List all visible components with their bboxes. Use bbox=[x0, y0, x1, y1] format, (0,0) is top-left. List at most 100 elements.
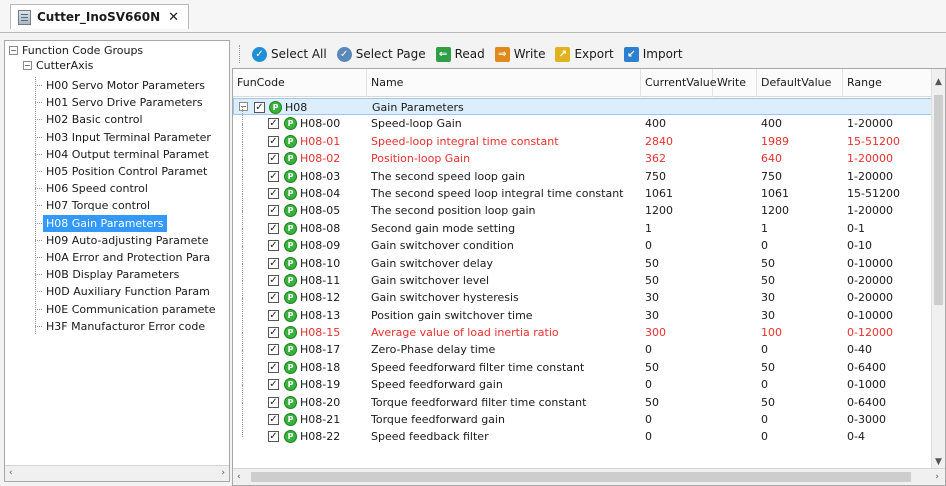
row-current-value[interactable]: 1061 bbox=[645, 185, 713, 202]
row-current-value[interactable]: 0 bbox=[645, 341, 713, 358]
document-tab[interactable]: Cutter_InoSV660N ✕ bbox=[10, 4, 190, 29]
row-current-value[interactable]: 50 bbox=[645, 359, 713, 376]
row-current-value[interactable]: 0 bbox=[645, 376, 713, 393]
row-checkbox[interactable]: ✓ bbox=[268, 361, 279, 373]
row-current-value[interactable]: 400 bbox=[645, 115, 713, 132]
select-all-button[interactable]: ✓ Select All bbox=[252, 46, 327, 62]
grid-horizontal-scrollbar[interactable]: ‹ › bbox=[233, 468, 945, 485]
row-checkbox[interactable]: ✓ bbox=[268, 274, 279, 286]
table-row[interactable]: ✓ P H08-04 The second speed loop integral t… bbox=[233, 175, 933, 202]
tree-root-node[interactable]: − Function Code Groups bbox=[9, 44, 143, 57]
row-checkbox[interactable]: ✓ bbox=[268, 379, 279, 391]
table-row[interactable]: ✓ P H08-21 Torque feedforward gain 0 0 0-3000 bbox=[233, 402, 933, 428]
table-row[interactable]: ✓ P H08-11 Gain switchover level 50 50 0-20000 bbox=[233, 262, 933, 289]
write-button[interactable]: ⇒ Write bbox=[494, 46, 545, 62]
collapse-icon[interactable]: − bbox=[23, 61, 32, 70]
row-current-value[interactable]: 300 bbox=[645, 324, 713, 341]
row-checkbox[interactable]: ✓ bbox=[268, 292, 279, 304]
tree-item[interactable]: H02 Basic control bbox=[35, 111, 146, 128]
row-current-value[interactable]: 0 bbox=[645, 411, 713, 428]
read-button[interactable]: ⇐ Read bbox=[435, 46, 485, 62]
column-header-default-value[interactable]: DefaultValue bbox=[757, 69, 843, 97]
scroll-up-arrow-icon[interactable]: ▲ bbox=[935, 77, 942, 87]
row-current-value[interactable]: 0 bbox=[645, 428, 713, 445]
collapse-icon[interactable]: − bbox=[239, 102, 248, 111]
horizontal-scroll-thumb[interactable] bbox=[251, 472, 911, 482]
select-page-button[interactable]: ✓ Select Page bbox=[336, 46, 426, 62]
row-checkbox[interactable]: ✓ bbox=[268, 135, 279, 147]
close-tab-icon[interactable]: ✕ bbox=[168, 10, 179, 25]
row-checkbox[interactable]: ✓ bbox=[268, 205, 279, 217]
column-header-write[interactable]: Write bbox=[713, 69, 757, 97]
tree-item[interactable]: H0D Auxiliary Function Param bbox=[35, 283, 213, 300]
import-button[interactable]: ↙ Import bbox=[623, 46, 683, 62]
vertical-scroll-thumb[interactable] bbox=[934, 95, 943, 305]
scroll-right-arrow-icon[interactable]: › bbox=[935, 472, 939, 482]
row-current-value[interactable]: 50 bbox=[645, 255, 713, 272]
tree-item[interactable]: H0E Communication paramete bbox=[34, 301, 218, 318]
table-row[interactable]: ✓ P H08-12 Gain switchover hysteresis 30 30 0-… bbox=[233, 280, 933, 306]
tree-axis-node[interactable]: − CutterAxis bbox=[23, 59, 93, 72]
table-row[interactable]: ✓ P H08-22 Speed feedback filter 0 0 0-4 bbox=[233, 419, 933, 445]
column-header-funcode[interactable]: FunCode bbox=[233, 69, 367, 97]
export-button[interactable]: ↗ Export bbox=[555, 46, 614, 62]
table-row[interactable]: ✓ P H08-10 Gain switchover delay 50 50 0-10000 bbox=[233, 245, 933, 272]
row-checkbox[interactable]: ✓ bbox=[268, 396, 279, 408]
row-current-value[interactable]: 0 bbox=[645, 237, 713, 254]
table-row[interactable]: ✓ P H08-09 Gain switchover condition 0 0 0-10 bbox=[233, 228, 933, 254]
tree-item[interactable]: H09 Auto-adjusting Paramete bbox=[35, 232, 212, 249]
row-checkbox[interactable]: ✓ bbox=[268, 240, 279, 252]
table-row[interactable]: ✓ P H08-19 Speed feedforward gain 0 0 0-1000 bbox=[233, 367, 933, 393]
row-current-value[interactable]: 50 bbox=[645, 272, 713, 289]
tree-item[interactable]: H00 Servo Motor Parameters bbox=[34, 77, 208, 94]
row-checkbox[interactable]: ✓ bbox=[268, 327, 279, 339]
row-checkbox[interactable]: ✓ bbox=[268, 118, 279, 130]
table-row[interactable]: ✓ P H08-15 Average value of load inertia ra… bbox=[233, 315, 933, 341]
row-current-value[interactable]: 30 bbox=[645, 307, 713, 324]
table-row[interactable]: ✓ P H08-00 Speed-loop Gain 400 400 1-20000 bbox=[233, 106, 933, 132]
tree-item[interactable]: H05 Position Control Paramet bbox=[34, 163, 210, 180]
row-checkbox[interactable]: ✓ bbox=[268, 153, 279, 165]
table-row[interactable]: ✓ P H08-03 The second speed loop gain 750 750… bbox=[233, 158, 933, 185]
row-checkbox[interactable]: ✓ bbox=[268, 187, 279, 199]
tree-item[interactable]: H01 Servo Drive Parameters bbox=[35, 94, 206, 111]
tree-item[interactable]: H06 Speed control bbox=[35, 180, 151, 197]
tree-item[interactable]: H08 Gain Parameters bbox=[35, 214, 167, 232]
tree-item[interactable]: H0A Error and Protection Para bbox=[34, 249, 213, 266]
row-current-value[interactable]: 2840 bbox=[645, 133, 713, 150]
group-checkbox[interactable]: ✓ bbox=[254, 102, 265, 113]
row-current-value[interactable]: 362 bbox=[645, 150, 713, 167]
table-row[interactable]: ✓ P H08-18 Speed feedforward filter time co… bbox=[233, 349, 933, 376]
tree-item[interactable]: H07 Torque control bbox=[34, 197, 153, 214]
tree-item[interactable]: H0B Display Parameters bbox=[34, 266, 182, 283]
column-header-range[interactable]: Range bbox=[843, 69, 933, 97]
row-checkbox[interactable]: ✓ bbox=[268, 257, 279, 269]
table-row[interactable]: ✓ P H08-05 The second position loop gain 120… bbox=[233, 193, 933, 219]
scroll-left-arrow-icon[interactable]: ‹ bbox=[237, 472, 241, 482]
tree-horizontal-scrollbar[interactable]: ‹ › bbox=[5, 465, 229, 481]
row-checkbox[interactable]: ✓ bbox=[268, 414, 279, 426]
row-checkbox[interactable]: ✓ bbox=[268, 222, 279, 234]
row-current-value[interactable]: 30 bbox=[645, 289, 713, 306]
scroll-left-arrow-icon[interactable]: ‹ bbox=[9, 468, 13, 478]
tree-item[interactable]: H03 Input Terminal Parameter bbox=[35, 129, 214, 146]
table-row[interactable]: ✓ P H08-17 Zero-Phase delay time 0 0 0-40 bbox=[233, 332, 933, 358]
row-checkbox[interactable]: ✓ bbox=[268, 344, 279, 356]
column-header-current-value[interactable]: CurrentValue bbox=[641, 69, 717, 97]
row-checkbox[interactable]: ✓ bbox=[268, 431, 279, 443]
table-row[interactable]: ✓ P H08-02 Position-loop Gain 362 640 1-20000 bbox=[233, 141, 933, 167]
table-row[interactable]: ✓ P H08-20 Torque feedforward filter time c… bbox=[233, 384, 933, 411]
row-checkbox[interactable]: ✓ bbox=[268, 170, 279, 182]
row-current-value[interactable]: 750 bbox=[645, 168, 713, 185]
grid-vertical-scrollbar[interactable]: ▲ ▼ bbox=[931, 69, 945, 469]
collapse-icon[interactable]: − bbox=[9, 46, 18, 55]
scroll-down-arrow-icon[interactable]: ▼ bbox=[935, 457, 942, 467]
table-row[interactable]: ✓ P H08-08 Second gain mode setting 1 1 0-1 bbox=[233, 210, 933, 237]
table-row[interactable]: ✓ P H08-13 Position gain switchover time 30 3… bbox=[233, 297, 933, 324]
row-current-value[interactable]: 1200 bbox=[645, 202, 713, 219]
group-row[interactable]: − ✓ P H08 Gain Parameters bbox=[233, 98, 933, 116]
column-header-name[interactable]: Name bbox=[367, 69, 641, 97]
row-current-value[interactable]: 1 bbox=[645, 220, 713, 237]
scroll-right-arrow-icon[interactable]: › bbox=[221, 468, 225, 478]
row-current-value[interactable]: 50 bbox=[645, 394, 713, 411]
